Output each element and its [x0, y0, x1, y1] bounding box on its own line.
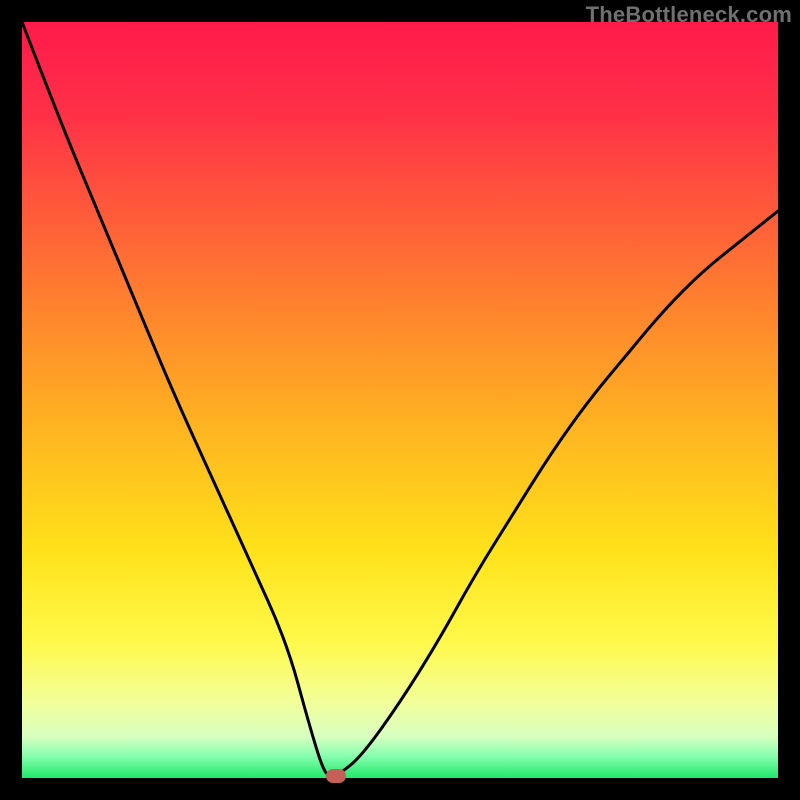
gradient-background [22, 22, 778, 778]
optimum-marker [326, 769, 346, 783]
plot-svg [22, 22, 778, 778]
watermark-text: TheBottleneck.com [586, 2, 792, 28]
plot-frame [22, 22, 778, 778]
